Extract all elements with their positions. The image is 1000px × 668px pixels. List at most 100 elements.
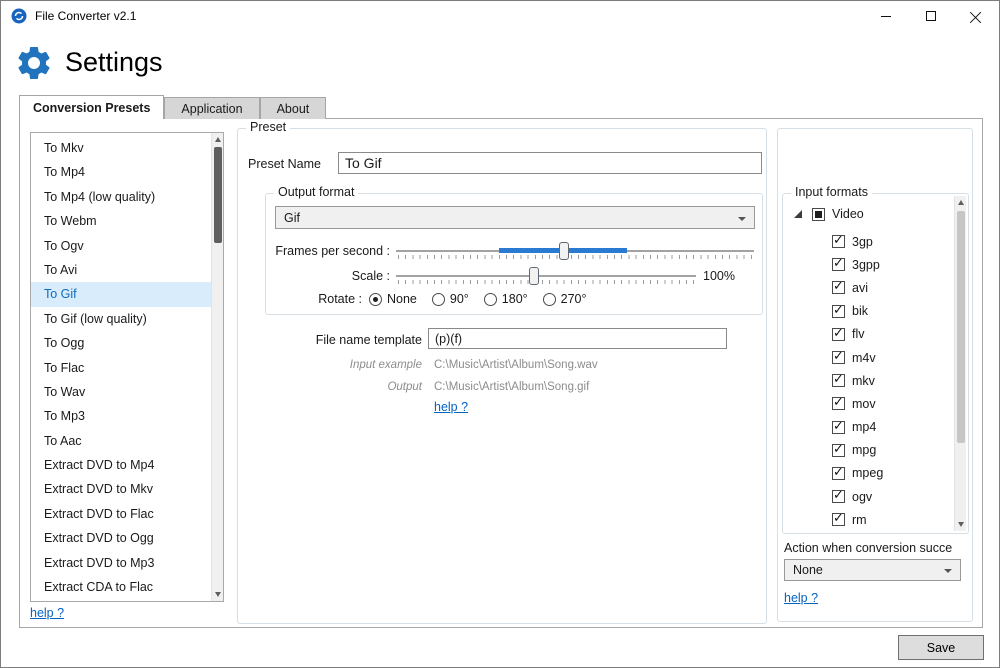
gear-icon	[14, 43, 54, 83]
rotate-radio-90[interactable]: 90°	[432, 292, 469, 306]
file-name-template-input[interactable]	[428, 328, 727, 349]
scale-slider[interactable]	[396, 266, 696, 286]
app-window: File Converter v2.1 Settings Conversion …	[0, 0, 1000, 668]
tab-content: To MkvTo Mp4To Mp4 (low quality)To WebmT…	[19, 118, 983, 628]
preset-list: To MkvTo Mp4To Mp4 (low quality)To WebmT…	[30, 132, 224, 602]
checkbox-indeterminate-icon[interactable]	[812, 208, 825, 221]
preset-list-item[interactable]: Extract DVD to Ogg	[31, 526, 223, 550]
presets-help-link[interactable]: help ?	[30, 606, 64, 620]
output-format-select[interactable]: Gif	[275, 206, 755, 229]
format-checkbox-row[interactable]: mpeg	[783, 462, 952, 485]
scale-label: Scale :	[266, 266, 390, 286]
checkbox-checked-icon[interactable]	[832, 351, 845, 364]
input-example-label: Input example	[292, 359, 422, 371]
preset-list-item[interactable]: Extract CDA to Flac	[31, 575, 223, 599]
preset-list-item[interactable]: To Ogg	[31, 331, 223, 355]
format-checkbox-row[interactable]: flv	[783, 323, 952, 346]
fps-slider[interactable]	[396, 241, 754, 261]
tab-conversion-presets[interactable]: Conversion Presets	[19, 95, 164, 119]
preset-list-item[interactable]: Extract DVD to Mkv	[31, 477, 223, 501]
format-checkbox-row[interactable]: 3gpp	[783, 253, 952, 276]
checkbox-checked-icon[interactable]	[832, 421, 845, 434]
preset-list-item[interactable]: To Webm	[31, 209, 223, 233]
conversion-action-select[interactable]: None	[784, 559, 961, 581]
preset-list-item[interactable]: Extract DVD to Flac	[31, 502, 223, 526]
format-checkbox-row[interactable]: mov	[783, 392, 952, 415]
minimize-icon	[881, 16, 891, 17]
video-category-label: Video	[832, 207, 864, 221]
tab-application[interactable]: Application	[164, 97, 259, 119]
preset-list-item[interactable]: To Flac	[31, 356, 223, 380]
scroll-down-icon[interactable]	[212, 588, 224, 601]
formats-scrollbar[interactable]	[954, 196, 966, 531]
format-checkbox-row[interactable]: mkv	[783, 369, 952, 392]
scroll-up-icon[interactable]	[212, 133, 224, 146]
save-button[interactable]: Save	[898, 635, 984, 660]
preset-list-item[interactable]: To Mp3	[31, 404, 223, 428]
conversion-action-value: None	[793, 563, 823, 577]
preset-name-input[interactable]	[338, 152, 762, 174]
preset-list-item[interactable]: To Mkv	[31, 136, 223, 160]
output-format-group-label: Output format	[274, 185, 358, 199]
preset-list-item[interactable]: To Aac	[31, 429, 223, 453]
video-tree-node[interactable]: Video	[783, 204, 864, 224]
preset-list-item[interactable]: Extract DVD to Mp3	[31, 551, 223, 575]
template-help-link[interactable]: help ?	[434, 400, 468, 414]
radio-icon	[432, 293, 445, 306]
scale-value: 100%	[703, 266, 763, 286]
rotate-radio-270[interactable]: 270°	[543, 292, 587, 306]
formats-help-link[interactable]: help ?	[784, 591, 818, 605]
format-checkbox-row[interactable]: ogv	[783, 485, 952, 508]
slider-thumb[interactable]	[559, 242, 569, 260]
rotate-radio-none[interactable]: None	[369, 292, 417, 306]
preset-list-scrollbar[interactable]	[211, 133, 223, 601]
scroll-down-icon[interactable]	[955, 518, 967, 531]
format-checkbox-row[interactable]: rm	[783, 508, 952, 531]
slider-thumb[interactable]	[529, 267, 539, 285]
window-title: File Converter v2.1	[35, 9, 136, 23]
checkbox-checked-icon[interactable]	[832, 374, 845, 387]
format-checkbox-row[interactable]: m4v	[783, 346, 952, 369]
checkbox-checked-icon[interactable]	[832, 490, 845, 503]
checkbox-checked-icon[interactable]	[832, 281, 845, 294]
scrollbar-thumb[interactable]	[957, 211, 965, 443]
maximize-button[interactable]	[908, 1, 953, 31]
rotate-radio-180[interactable]: 180°	[484, 292, 528, 306]
close-button[interactable]	[953, 1, 998, 31]
format-checkbox-row[interactable]: mp4	[783, 416, 952, 439]
preset-list-item[interactable]: To Ogv	[31, 234, 223, 258]
checkbox-checked-icon[interactable]	[832, 397, 845, 410]
preset-list-item[interactable]: To Mp4 (low quality)	[31, 185, 223, 209]
preset-list-item[interactable]: Extract DVD to Mp4	[31, 453, 223, 477]
preset-list-item[interactable]: To Gif (low quality)	[31, 307, 223, 331]
preset-name-label: Preset Name	[248, 157, 321, 171]
scrollbar-thumb[interactable]	[214, 147, 222, 243]
output-example-label: Output	[292, 381, 422, 393]
titlebar[interactable]: File Converter v2.1	[1, 1, 999, 31]
checkbox-checked-icon[interactable]	[832, 305, 845, 318]
scroll-up-icon[interactable]	[955, 196, 967, 209]
preset-list-item[interactable]: To Avi	[31, 258, 223, 282]
file-name-template-label: File name template	[292, 333, 422, 347]
checkbox-checked-icon[interactable]	[832, 444, 845, 457]
format-checkbox-row[interactable]: avi	[783, 276, 952, 299]
format-checkbox-row[interactable]: bik	[783, 300, 952, 323]
input-formats-group-label: Input formats	[791, 185, 872, 199]
app-icon	[11, 8, 27, 24]
checkbox-checked-icon[interactable]	[832, 467, 845, 480]
slider-ticks	[398, 280, 696, 284]
checkbox-checked-icon[interactable]	[832, 513, 845, 526]
format-checkbox-row[interactable]: 3gp	[783, 230, 952, 253]
format-list: 3gp 3gpp avi bik flv	[783, 230, 952, 531]
preset-list-item[interactable]: To Wav	[31, 380, 223, 404]
checkbox-checked-icon[interactable]	[832, 258, 845, 271]
format-checkbox-row[interactable]: mpg	[783, 439, 952, 462]
checkbox-checked-icon[interactable]	[832, 235, 845, 248]
checkbox-checked-icon[interactable]	[832, 328, 845, 341]
preset-list-item[interactable]: To Mp4	[31, 160, 223, 184]
tab-about[interactable]: About	[260, 97, 327, 119]
preset-group-label: Preset	[246, 120, 290, 134]
minimize-button[interactable]	[863, 1, 908, 31]
preset-list-item[interactable]: To Gif	[31, 282, 223, 306]
tree-expander-icon[interactable]	[794, 210, 802, 218]
